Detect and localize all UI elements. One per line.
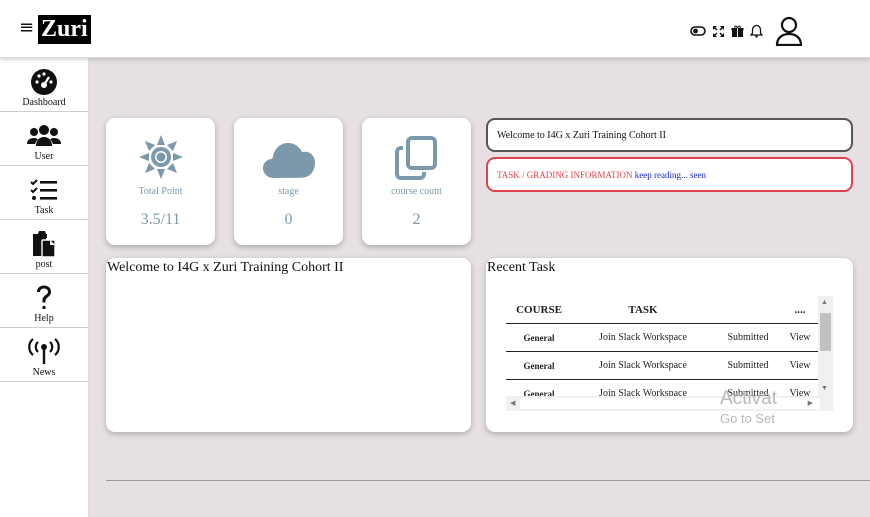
- task-info-label: TASK / GRADING INFORMATION: [497, 170, 633, 180]
- fullscreen-icon[interactable]: [712, 25, 725, 38]
- welcome-panel: Welcome to I4G x Zuri Training Cohort II: [106, 258, 471, 432]
- sidebar-item-user[interactable]: User: [0, 112, 88, 166]
- divider: [106, 480, 870, 481]
- toggle-icon[interactable]: [690, 25, 706, 37]
- scroll-down-arrow-icon[interactable]: ▼: [821, 384, 828, 392]
- gift-icon[interactable]: [731, 25, 744, 38]
- stat-card-total-point: Total Point 3.5/11: [106, 118, 215, 245]
- welcome-panel-title: Welcome to I4G x Zuri Training Cohort II: [107, 260, 344, 275]
- hamburger-icon[interactable]: ≡: [19, 17, 34, 38]
- sidebar-item-label: News: [32, 367, 56, 378]
- task-grading-info: TASK / GRADING INFORMATION keep reading.…: [486, 157, 853, 192]
- welcome-banner: Welcome to I4G x Zuri Training Cohort II: [486, 118, 853, 152]
- task-cell: Join Slack Workspace: [572, 324, 714, 352]
- sidebar-item-label: User: [34, 151, 54, 162]
- stat-card-course-count: course count 2: [362, 118, 471, 245]
- tasks-icon: [29, 175, 59, 205]
- sidebar-item-news[interactable]: News: [0, 328, 88, 382]
- activation-watermark: Activat Go to Set: [720, 388, 777, 426]
- stat-value: 0: [284, 211, 293, 228]
- horizontal-scrollbar[interactable]: ◀ ▶: [506, 396, 833, 411]
- dashboard-icon: [30, 67, 58, 97]
- recent-task-title: Recent Task: [487, 260, 556, 275]
- sidebar-item-label: post: [35, 259, 53, 270]
- sidebar-item-label: Help: [34, 313, 54, 324]
- scroll-right-arrow-icon[interactable]: ▶: [808, 399, 813, 407]
- status-cell: Submitted: [714, 324, 782, 352]
- watermark-line-2: Go to Set: [720, 411, 775, 426]
- main-content: Total Point 3.5/11 stage 0 course count …: [89, 58, 870, 517]
- clipboard-icon: [31, 229, 57, 259]
- broadcast-icon: [28, 337, 60, 367]
- stat-value: 3.5/11: [140, 211, 181, 228]
- stat-label: Total Point: [138, 186, 183, 197]
- sidebar-item-dashboard[interactable]: Dashboard: [0, 58, 88, 112]
- column-header-status: [714, 296, 782, 324]
- column-header-task: TASK: [572, 296, 714, 324]
- sidebar-item-post[interactable]: post: [0, 220, 88, 274]
- course-cell: General: [506, 352, 572, 380]
- recent-task-table-container[interactable]: COURSE TASK .... General Join Slack Work…: [506, 296, 833, 411]
- users-icon: [27, 121, 61, 151]
- stat-label: course count: [391, 186, 442, 197]
- bell-icon[interactable]: [750, 24, 763, 38]
- stat-card-stage: stage 0: [234, 118, 343, 245]
- sun-icon: [106, 118, 215, 180]
- task-cell: Join Slack Workspace: [572, 352, 714, 380]
- scroll-up-arrow-icon[interactable]: ▲: [821, 298, 828, 306]
- stat-value: 2: [412, 211, 421, 228]
- header-icons: [690, 16, 803, 46]
- view-link[interactable]: View: [782, 352, 818, 380]
- sidebar-item-task[interactable]: Task: [0, 166, 88, 220]
- keep-reading-link[interactable]: keep reading... seen: [635, 170, 706, 180]
- copy-icon: [362, 118, 471, 180]
- scroll-left-arrow-icon[interactable]: ◀: [510, 399, 515, 407]
- cloud-icon: [234, 118, 343, 180]
- stat-label: stage: [278, 186, 299, 197]
- course-cell: General: [506, 324, 572, 352]
- top-bar: ≡ Zuri: [0, 0, 870, 58]
- sidebar-item-label: Dashboard: [22, 97, 66, 108]
- watermark-line-1: Activat: [720, 388, 778, 409]
- table-row: General Join Slack Workspace Submitted V…: [506, 352, 818, 380]
- vertical-scrollbar[interactable]: ▲ ▼: [818, 296, 833, 396]
- scrollbar-thumb[interactable]: [820, 313, 831, 351]
- sidebar-item-label: Task: [34, 205, 54, 216]
- logo[interactable]: Zuri: [38, 15, 91, 44]
- table-row: General Join Slack Workspace Submitted V…: [506, 324, 818, 352]
- column-header-course: COURSE: [506, 296, 572, 324]
- user-icon[interactable]: [775, 16, 803, 46]
- sidebar-item-help[interactable]: Help: [0, 274, 88, 328]
- recent-task-panel: Recent Task COURSE TASK .... General Joi…: [486, 258, 853, 432]
- view-link[interactable]: View: [782, 324, 818, 352]
- sidebar: Dashboard User Task post Help News: [0, 58, 89, 517]
- column-header-more: ....: [782, 296, 818, 324]
- status-cell: Submitted: [714, 352, 782, 380]
- question-icon: [34, 283, 54, 313]
